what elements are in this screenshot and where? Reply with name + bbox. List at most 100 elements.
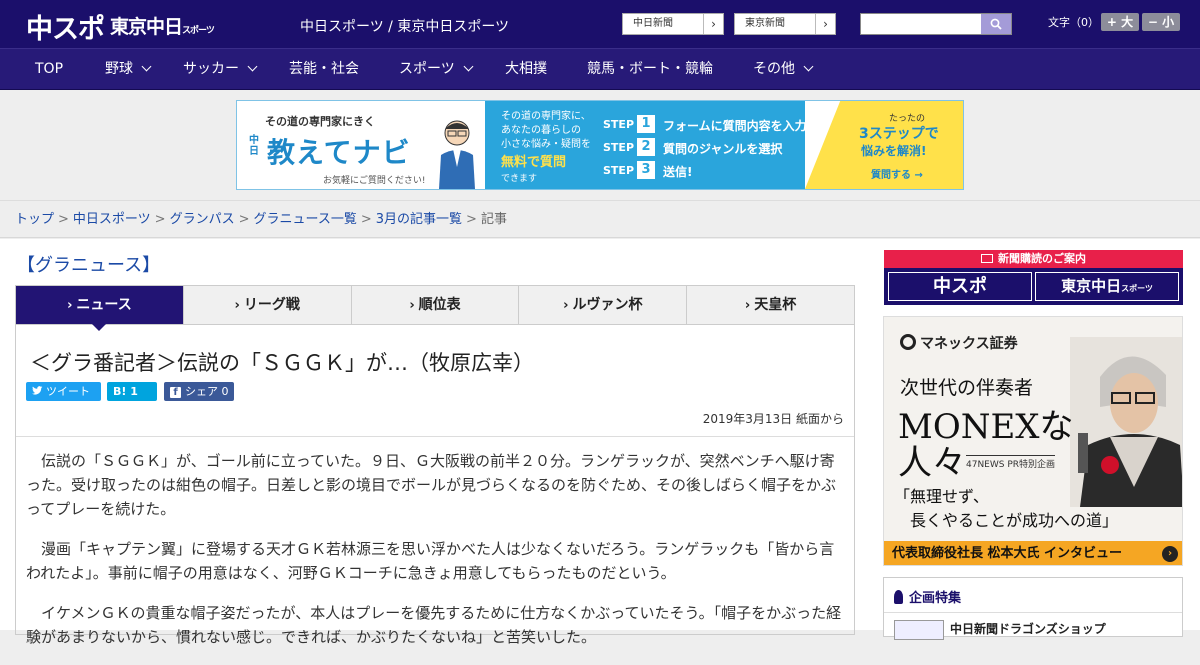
tokyo-chunichi-subscribe-small: スポーツ [1121,284,1153,293]
breadcrumb-march-list[interactable]: 3月の記事一覧 [376,212,462,227]
chevron-down-icon [247,61,258,72]
banner-mid-line: その道の専門家に、 [501,111,591,122]
nav-entertainment[interactable]: 芸能・社会 [289,49,359,89]
article-body: 伝説の「ＳＧＧＫ」が、ゴール前に立っていた。９日、Ｇ大阪戦の前半２０分。ランゲラ… [26,449,844,665]
banner-right-text: 悩みを解消! [861,144,927,158]
banner-question-link: 質問する → [871,170,923,181]
nav-top[interactable]: TOP [35,49,63,89]
step-text: フォームに質問内容を入力 [663,119,807,133]
banner-mid-line: あなたの暮らしの [501,125,581,136]
nav-sumo[interactable]: 大相撲 [505,49,547,89]
ad-footer: 代表取締役社長 松本大氏 インタビュー › [884,541,1182,565]
feature-item[interactable]: 中日新聞ドラゴンズショップ [950,620,1106,637]
hatena-label: B! 1 [113,385,138,398]
chevron-right-icon: › [744,298,751,313]
ad-quote-line: 「無理せず、 [894,487,989,506]
banner-mid-line: 小さな悩み・疑問を [501,139,591,150]
nav-soccer[interactable]: サッカー [183,49,258,89]
tab-league[interactable]: › リーグ戦 [184,286,352,324]
article-paragraph: 伝説の「ＳＧＧＫ」が、ゴール前に立っていた。９日、Ｇ大阪戦の前半２０分。ランゲラ… [26,452,837,518]
article-date: 2019年3月13日 紙面から [702,412,844,426]
step-number: 2 [637,138,655,156]
main-nav: TOP 野球 サッカー 芸能・社会 スポーツ 大相撲 競馬・ボート・競輪 その他 [0,48,1200,90]
tokyo-shimbun-link-label: 東京新聞 [745,18,785,29]
nav-label: 大相撲 [505,61,547,77]
nav-label: TOP [35,61,64,77]
chevron-down-icon [141,61,152,72]
breadcrumb-top[interactable]: トップ [15,212,54,227]
tab-emperors-cup[interactable]: › 天皇杯 [687,286,854,324]
banner-middle: その道の専門家に、 あなたの暮らしの 小さな悩み・疑問を 無料で質問 できます … [485,101,807,189]
monex-brand: マネックス証券 [900,333,1018,353]
hatena-bookmark-button[interactable]: B! 1 [107,382,157,401]
section-tabs: › ニュース › リーグ戦 › 順位表 › ルヴァン杯 › 天皇杯 [15,285,855,331]
feature-divider [884,612,1182,613]
facebook-icon: f [170,387,181,398]
chevron-right-icon: › [234,298,240,313]
tweet-label: ツイート [46,385,90,398]
step-number: 3 [637,161,655,179]
step-text: 質問のジャンルを選択 [663,142,783,156]
banner-right-text: 3ステップで [859,126,939,142]
breadcrumb-chunichi-sports[interactable]: 中日スポーツ [73,212,151,227]
chevron-right-icon: › [409,298,415,313]
step-number: 1 [637,115,655,133]
breadcrumb-separator: > [360,212,372,227]
ad-quote-line: 長くやることが成功への道」 [894,511,1119,530]
tab-standings[interactable]: › 順位表 [352,286,520,324]
article-divider [16,436,854,437]
banner-brand: 教えてナビ [267,136,411,169]
chevron-right-icon: › [1162,546,1178,562]
step-label: STEP [603,164,635,177]
tokyo-chunichi-subscribe-text: 東京中日 [1061,277,1122,295]
facebook-share-button[interactable]: f シェア 0 [164,382,234,401]
facebook-label: シェア 0 [185,385,229,398]
tweet-button[interactable]: ツイート [26,382,101,401]
breadcrumb-separator: > [466,212,477,227]
tab-levain-cup[interactable]: › ルヴァン杯 [519,286,688,324]
nav-other[interactable]: その他 [753,49,814,89]
ad-quote: 「無理せず、 長くやることが成功への道」 [894,485,1118,533]
tokyo-chunichi-logo[interactable]: 東京中日スポーツ [110,12,215,39]
search-button[interactable] [981,14,1011,34]
monex-logo-icon [900,334,916,350]
site-label: 中日スポーツ / 東京中日スポーツ [300,19,510,35]
chunichi-shimbun-link[interactable]: 中日新聞 › [622,13,724,35]
feature-header-label: 企画特集 [909,591,962,606]
font-size-label: 文字（0） [1048,16,1099,29]
tab-label: 順位表 [418,297,461,313]
chuspo-logo[interactable]: 中スポ [26,7,105,46]
feature-thumbnail[interactable] [894,620,944,640]
oshiete-navi-banner[interactable]: その道の専門家にきく 中日 教えてナビ お気軽にご質問ください! その道の専門家… [236,100,964,190]
chunichi-shimbun-link-label: 中日新聞 [633,18,673,29]
chevron-down-icon [463,61,474,72]
breadcrumb-current: 記事 [480,212,507,227]
tab-label: 天皇杯 [754,297,797,313]
font-smaller-button[interactable]: − 小 [1142,13,1180,31]
breadcrumb-separator: > [58,212,69,227]
nav-sports[interactable]: スポーツ [399,49,474,89]
pin-icon [894,590,903,604]
nav-label: その他 [753,61,795,77]
category-title: 【グラニュース】 [17,255,161,276]
tokyo-chunichi-subscribe-logo: 東京中日スポーツ [1035,272,1179,301]
breadcrumb-separator: > [238,212,250,227]
font-bigger-button[interactable]: + 大 [1101,13,1139,31]
breadcrumb-grampus[interactable]: グランパス [170,212,235,227]
chevron-right-icon: › [815,14,835,34]
step-label: STEP [603,141,635,154]
tab-news[interactable]: › ニュース [16,286,184,331]
subscription-box[interactable]: 新聞購読のご案内 中スポ 東京中日スポーツ [884,250,1183,305]
search-input[interactable] [861,14,981,34]
tokyo-shimbun-link[interactable]: 東京新聞 › [734,13,836,35]
ad-line: 次世代の伴奏者 [900,377,1034,399]
tab-label: ニュース [76,297,132,313]
nav-baseball[interactable]: 野球 [105,49,152,89]
site-header: 中スポ 東京中日スポーツ 中日スポーツ / 東京中日スポーツ 中日新聞 › 東京… [0,0,1200,48]
breadcrumb-gra-news-list[interactable]: グラニュース一覧 [254,212,357,227]
monex-ad[interactable]: マネックス証券 次世代の伴奏者 MONEXな 人々 47NEWS PR特別企画 … [883,316,1183,566]
nav-keiba[interactable]: 競馬・ボート・競輪 [587,49,713,89]
subscription-header-label: 新聞購読のご案内 [998,252,1086,265]
nav-label: 競馬・ボート・競輪 [587,61,713,77]
breadcrumb-separator: > [154,212,166,227]
